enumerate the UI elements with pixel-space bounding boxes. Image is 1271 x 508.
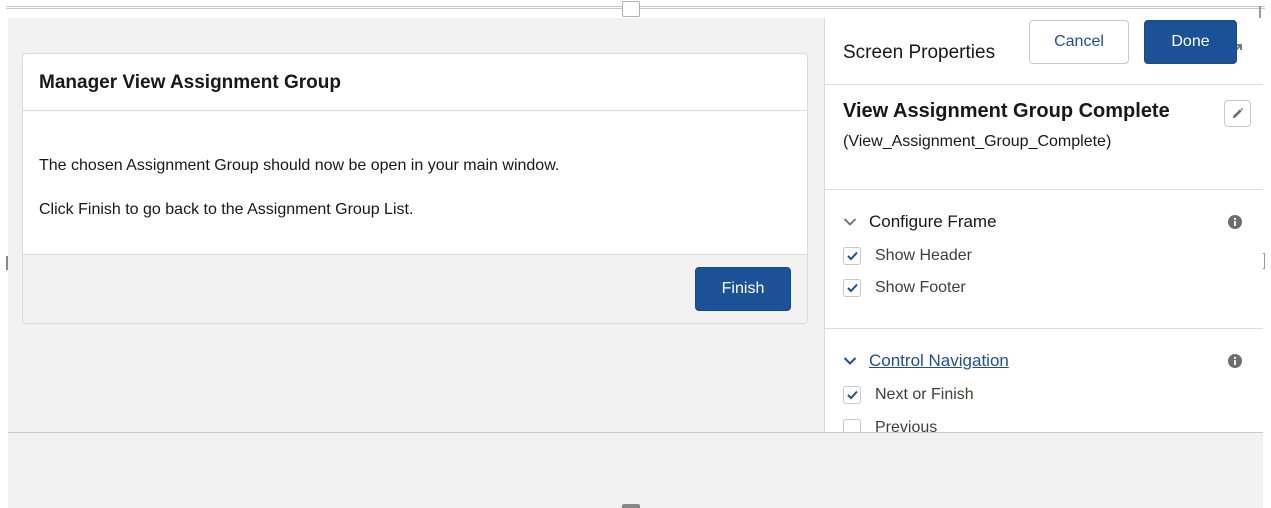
show-footer-checkbox[interactable] <box>843 279 861 297</box>
chevron-down-icon <box>843 357 857 365</box>
show-header-option[interactable]: Show Header <box>843 247 972 265</box>
screen-preview-card[interactable]: Manager View Assignment Group The chosen… <box>22 53 808 324</box>
previous-label: Previous <box>875 419 938 432</box>
finish-button[interactable]: Finish <box>695 267 791 311</box>
checkmark-icon <box>846 251 858 261</box>
next-or-finish-label: Next or Finish <box>875 386 974 403</box>
control-navigation-toggle[interactable]: Control Navigation <box>843 351 1009 371</box>
screen-api-name: (View_Assignment_Group_Complete) <box>843 133 1112 150</box>
configure-frame-toggle[interactable]: Configure Frame <box>843 212 997 232</box>
show-footer-option[interactable]: Show Footer <box>843 279 966 297</box>
screen-properties-panel: Screen Properties View Assignment Group … <box>824 18 1263 432</box>
cancel-button[interactable]: Cancel <box>1029 20 1129 64</box>
control-navigation-heading[interactable]: Control Navigation <box>869 351 1009 371</box>
configure-frame-section: Configure Frame Show Header Show Footer <box>825 190 1263 329</box>
panel-title: Screen Properties <box>843 42 996 63</box>
screen-preview-header: Manager View Assignment Group <box>23 54 807 111</box>
show-header-label: Show Header <box>875 247 972 264</box>
done-button[interactable]: Done <box>1144 20 1237 64</box>
body-text-line: The chosen Assignment Group should now b… <box>39 157 560 174</box>
modal-footer <box>8 432 1263 508</box>
info-icon[interactable] <box>1228 354 1242 368</box>
bottom-resize-handle[interactable] <box>622 504 640 508</box>
top-right-marker <box>1259 6 1261 18</box>
edit-screen-button[interactable] <box>1224 100 1251 127</box>
modal-frame: Manager View Assignment Group The chosen… <box>0 0 1271 508</box>
show-header-checkbox[interactable] <box>843 247 861 265</box>
pencil-icon <box>1232 107 1244 119</box>
checkmark-icon <box>846 283 858 293</box>
body-text-line: Click Finish to go back to the Assignmen… <box>39 201 414 218</box>
configure-frame-heading: Configure Frame <box>869 212 997 231</box>
show-footer-label: Show Footer <box>875 279 966 296</box>
screen-canvas: Manager View Assignment Group The chosen… <box>8 18 824 432</box>
screen-label: View Assignment Group Complete <box>843 100 1170 122</box>
next-or-finish-option[interactable]: Next or Finish <box>843 386 974 404</box>
screen-info: View Assignment Group Complete (View_Ass… <box>825 85 1263 190</box>
control-navigation-section: Control Navigation Next or Finish Previo… <box>825 329 1263 432</box>
screen-preview-title: Manager View Assignment Group <box>39 72 341 93</box>
info-icon[interactable] <box>1228 215 1242 229</box>
next-or-finish-checkbox[interactable] <box>843 386 861 404</box>
checkmark-icon <box>846 390 858 400</box>
screen-preview-footer: Finish <box>23 254 807 323</box>
screen-preview-body: The chosen Assignment Group should now b… <box>23 111 807 254</box>
previous-checkbox[interactable] <box>843 419 861 432</box>
top-resize-handle[interactable] <box>622 1 640 17</box>
chevron-down-icon <box>843 218 857 226</box>
previous-option[interactable]: Previous <box>843 419 937 432</box>
